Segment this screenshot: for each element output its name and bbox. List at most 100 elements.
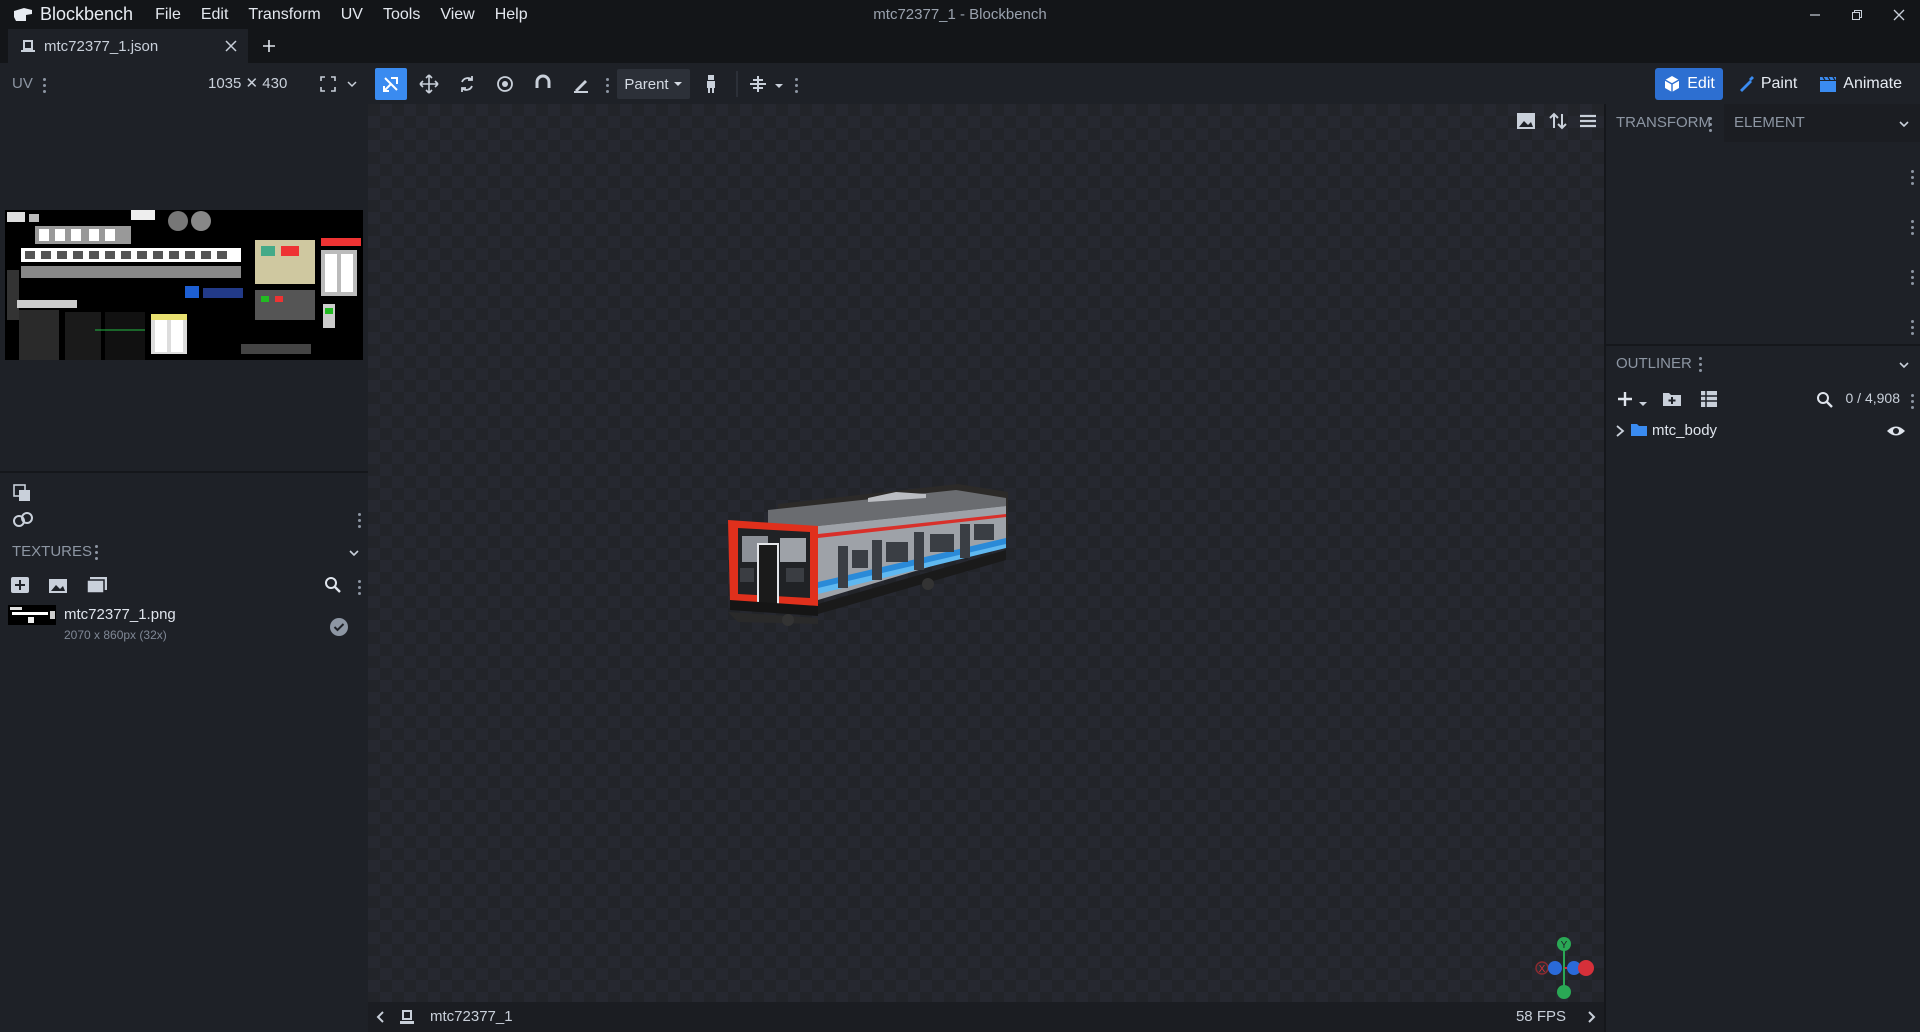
textures-tools-dots-icon[interactable] — [357, 580, 361, 595]
toolbar: UV 1035 ✕ 430 Parent Edit Paint Animate — [0, 63, 1920, 104]
menu-edit[interactable]: Edit — [191, 0, 239, 29]
toggle-list-view-button[interactable] — [1700, 390, 1718, 413]
move-arrows-icon — [419, 74, 439, 94]
search-icon — [1817, 392, 1833, 408]
add-texture-button[interactable] — [10, 576, 30, 599]
axis-y-label: Y — [1561, 940, 1568, 951]
outliner-collapse-chevron-icon[interactable] — [1898, 358, 1910, 376]
menu-file[interactable]: File — [145, 0, 191, 29]
pivot-tool-button[interactable] — [489, 68, 521, 100]
transform-row-3-dots-icon[interactable] — [1910, 270, 1914, 285]
tab-transform[interactable]: TRANSFORM — [1606, 104, 1724, 142]
tab-bar: mtc72377_1.json — [0, 29, 1920, 63]
menu-transform[interactable]: Transform — [238, 0, 330, 29]
mode-switcher: Edit Paint Animate — [1655, 68, 1910, 100]
transform-row-1-dots-icon[interactable] — [1910, 170, 1914, 185]
mode-animate-label: Animate — [1843, 75, 1902, 92]
search-icon — [325, 577, 341, 593]
mode-animate-button[interactable]: Animate — [1811, 68, 1910, 100]
search-textures-button[interactable] — [324, 576, 342, 599]
blockbench-logo-icon — [14, 7, 32, 21]
outliner-tools-dots-icon[interactable] — [1910, 394, 1914, 409]
close-icon — [1893, 9, 1905, 20]
mode-paint-label: Paint — [1760, 75, 1798, 92]
viewport-sort-button[interactable] — [1548, 112, 1568, 135]
viewport-menu-button[interactable] — [1578, 112, 1598, 135]
axis-gizmo[interactable]: Y X — [1524, 922, 1604, 1002]
toolbar-more-dots-icon[interactable] — [794, 78, 798, 93]
transform-row-2-dots-icon[interactable] — [1910, 220, 1914, 235]
properties-collapse-chevron-icon[interactable] — [1898, 117, 1910, 135]
minimize-button[interactable] — [1794, 0, 1836, 29]
tab-transform-label: TRANSFORM — [1616, 114, 1711, 131]
uv-size: 1035 ✕ 430 — [208, 75, 288, 92]
uv-texture-preview[interactable] — [5, 210, 363, 360]
transform-row-4-dots-icon[interactable] — [1910, 320, 1914, 335]
paint-brush-tool-button[interactable] — [565, 68, 597, 100]
vertex-snap-tool-button[interactable] — [527, 68, 559, 100]
uv-options-chevron-icon[interactable] — [346, 77, 358, 95]
visibility-eye-icon[interactable] — [1886, 423, 1906, 444]
image-icon — [49, 579, 67, 593]
search-outliner-button[interactable] — [1816, 391, 1834, 414]
close-tab-icon[interactable] — [224, 39, 238, 53]
mode-paint-button[interactable]: Paint — [1729, 68, 1805, 100]
magnet-icon — [535, 74, 551, 88]
move-pivot-tool-button[interactable] — [375, 68, 407, 100]
mode-edit-button[interactable]: Edit — [1655, 68, 1723, 100]
close-window-button[interactable] — [1878, 0, 1920, 29]
right-panel: TRANSFORM ELEMENT OUTLINER 0 / 4,908 mtc… — [1604, 104, 1920, 1032]
fullscreen-icon — [320, 76, 336, 92]
app-name: Blockbench — [40, 4, 134, 24]
expand-group-chevron-icon[interactable] — [1614, 424, 1626, 443]
3d-viewport[interactable]: Y X — [368, 104, 1604, 1002]
uv-menu-dots-icon[interactable] — [42, 78, 46, 93]
menu-tools[interactable]: Tools — [373, 0, 430, 29]
viewport-background-button[interactable] — [1516, 112, 1536, 135]
load-texture-folder-button[interactable] — [86, 576, 108, 599]
app-logo[interactable]: Blockbench — [12, 0, 133, 29]
menu-uv[interactable]: UV — [331, 0, 373, 29]
new-tab-button[interactable] — [254, 29, 284, 63]
link-uv-button[interactable] — [12, 510, 34, 535]
add-element-chevron-icon[interactable] — [1638, 396, 1648, 414]
resize-tool-button[interactable] — [451, 68, 483, 100]
uv-tools-dots-icon[interactable] — [357, 513, 361, 528]
restore-button[interactable] — [1836, 0, 1878, 29]
outliner-group-row[interactable]: mtc_body — [1606, 416, 1920, 446]
fullscreen-uv-button[interactable] — [312, 68, 344, 100]
list-view-icon — [1701, 391, 1717, 407]
texture-list-item[interactable]: mtc72377_1.png 2070 x 860px (32x) — [0, 602, 368, 648]
axis-x-label: X — [1539, 964, 1546, 975]
transform-space-button[interactable] — [742, 68, 774, 100]
tab-element-label: ELEMENT — [1734, 114, 1805, 131]
import-texture-button[interactable] — [48, 576, 68, 599]
tab-element[interactable]: ELEMENT — [1724, 104, 1874, 142]
textures-menu-dots-icon[interactable] — [94, 545, 98, 560]
cursor-move-icon — [383, 77, 398, 92]
menu-help[interactable]: Help — [485, 0, 538, 29]
texture-used-check-icon[interactable] — [329, 617, 349, 642]
pivot-space-select[interactable]: Parent — [617, 69, 690, 99]
textures-collapse-chevron-icon[interactable] — [348, 546, 360, 564]
copy-uv-button[interactable] — [12, 483, 32, 508]
player-reference-button[interactable] — [695, 68, 727, 100]
outliner-menu-dots-icon[interactable] — [1698, 357, 1702, 372]
move-tool-button[interactable] — [413, 68, 445, 100]
model-type-icon — [398, 1008, 416, 1031]
add-cube-button[interactable] — [1616, 390, 1634, 413]
texture-name: mtc72377_1.png — [64, 606, 176, 623]
tab-mtc72377_1[interactable]: mtc72377_1.json — [8, 29, 248, 63]
previous-view-button[interactable] — [374, 1010, 388, 1029]
tools-menu-dots-icon[interactable] — [605, 78, 609, 93]
textures-header[interactable]: TEXTURES — [0, 534, 368, 570]
train-model[interactable] — [668, 484, 1028, 654]
transform-menu-dots-icon[interactable] — [1708, 117, 1712, 132]
menu-view[interactable]: View — [430, 0, 484, 29]
fps-counter: 58 FPS — [1515, 1008, 1566, 1025]
outliner-title: OUTLINER — [1616, 355, 1692, 372]
next-view-button[interactable] — [1584, 1010, 1598, 1029]
transform-space-chevron-icon[interactable] — [774, 78, 784, 96]
menu-bar: File Edit Transform UV Tools View Help — [145, 0, 538, 29]
add-group-button[interactable] — [1662, 390, 1682, 413]
